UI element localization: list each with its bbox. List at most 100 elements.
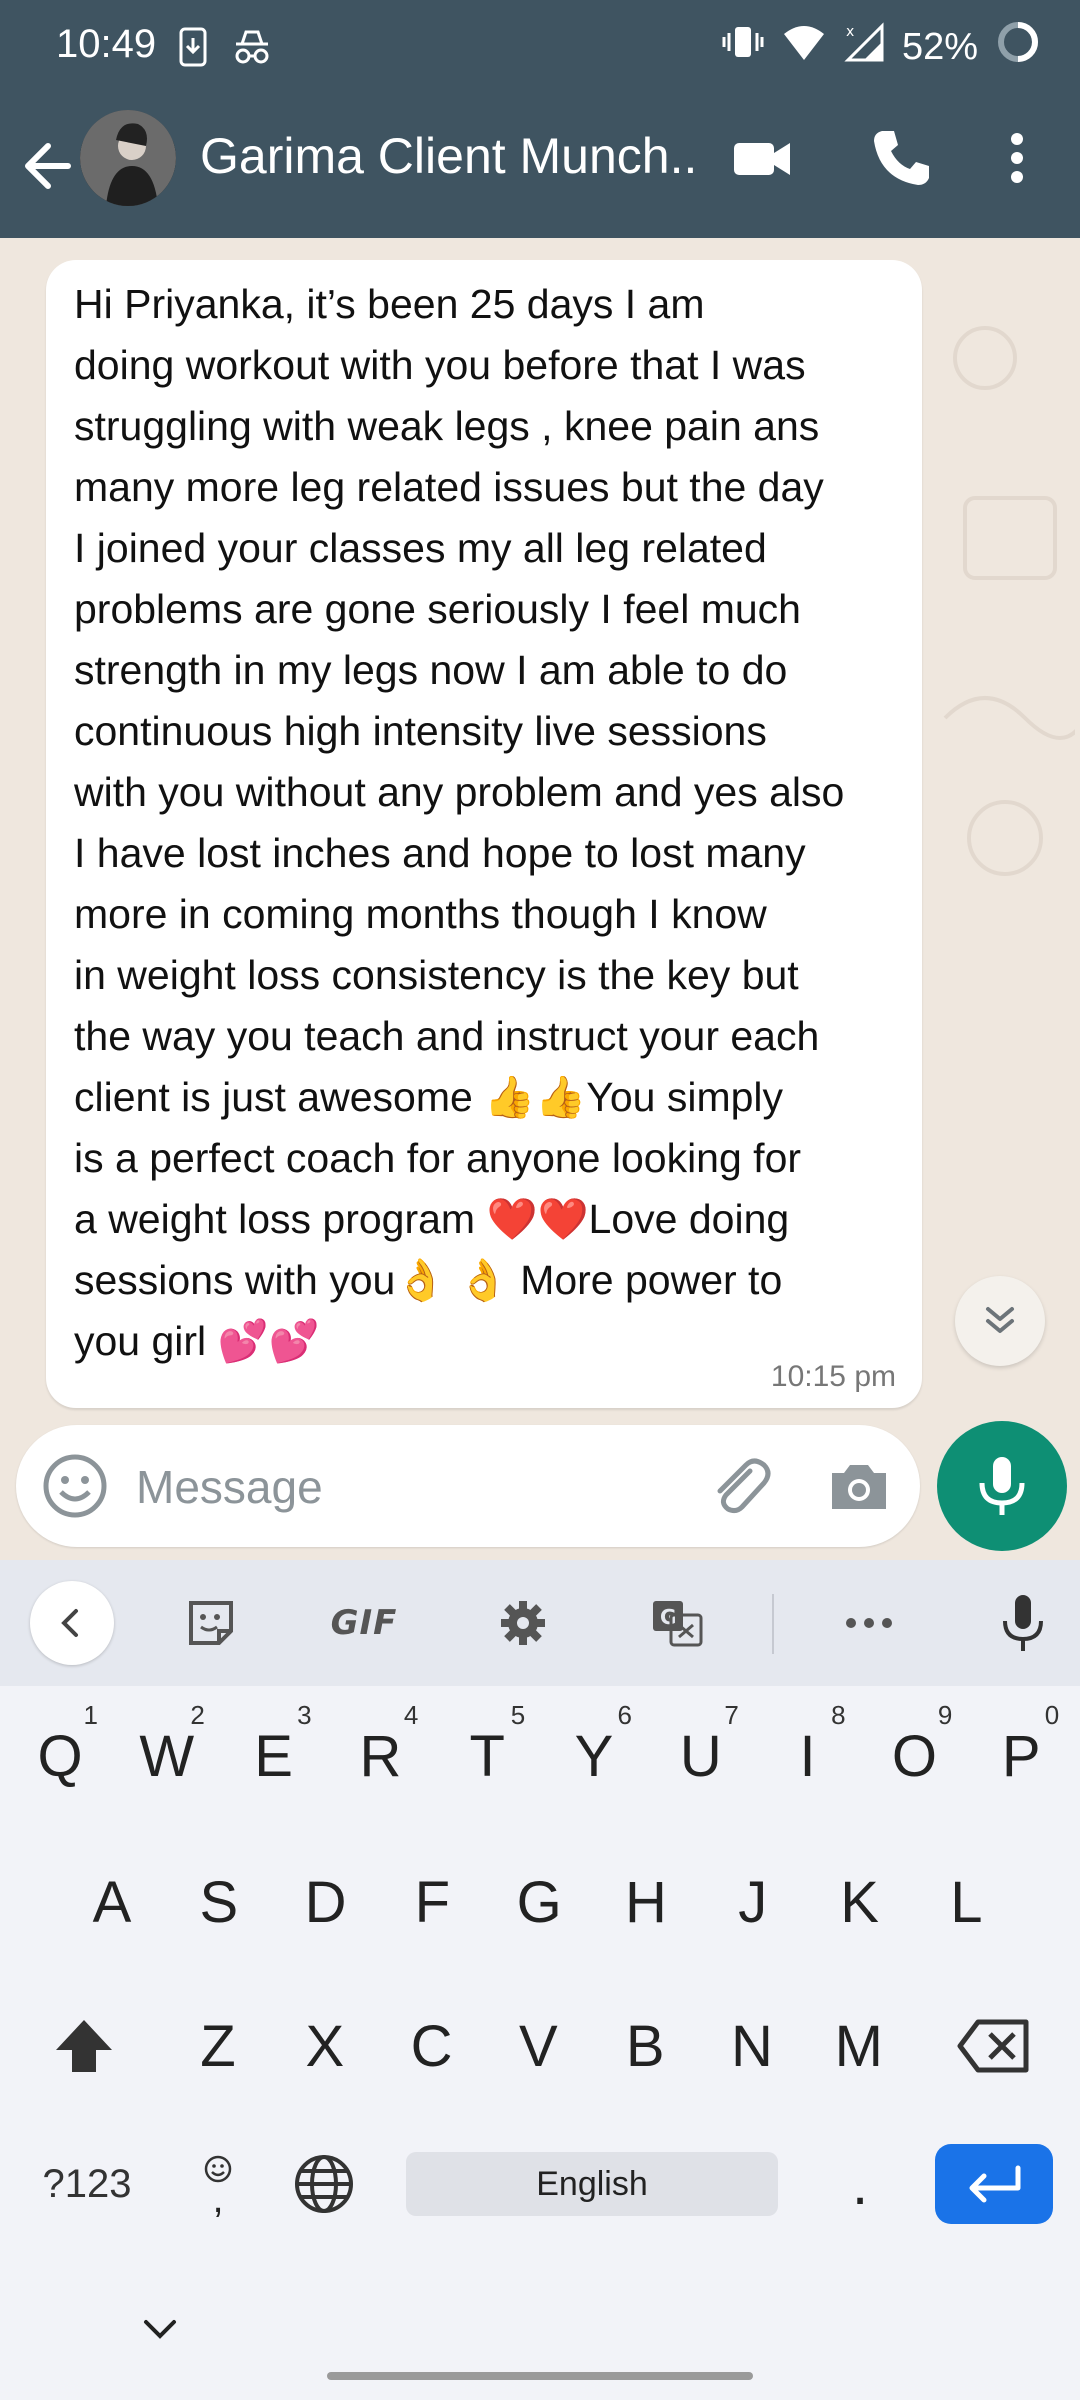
video-call-icon[interactable]: [728, 123, 798, 193]
key-w[interactable]: W2: [119, 1696, 215, 1816]
message-line: many more leg related issues but the day: [74, 464, 824, 510]
key-h[interactable]: H: [598, 1842, 694, 1962]
message-line: continuous high intensity live sessions: [74, 708, 767, 754]
message-line: with you without any problem and yes als…: [74, 769, 845, 815]
key-l[interactable]: L: [918, 1842, 1014, 1962]
key-m[interactable]: M: [811, 1986, 907, 2106]
chat-area[interactable]: Hi Priyanka, it’s been 25 days I am doing…: [0, 238, 1080, 1560]
key-hint: 7: [724, 1700, 739, 1730]
key-label: A: [92, 1869, 132, 1935]
key-hint: 5: [510, 1700, 526, 1730]
message-line: in weight loss consistency is the key bu…: [74, 952, 799, 998]
key-label: Q: [37, 1723, 83, 1789]
incognito-icon: [230, 26, 274, 73]
double-chevron-down-icon: [986, 1307, 1014, 1333]
message-input[interactable]: Message: [136, 1460, 323, 1514]
shift-arrow-icon: [56, 2020, 112, 2072]
symbols-key[interactable]: ?123: [34, 2124, 140, 2244]
chevron-left-icon: [61, 1609, 78, 1637]
avatar[interactable]: [80, 110, 176, 206]
message-line: I have lost inches and hope to lost many: [74, 830, 806, 876]
message-line: sessions with you👌 👌 More power to: [74, 1257, 783, 1303]
message-line: a weight loss program ❤️❤️Love doing: [74, 1196, 790, 1242]
wallpaper-doodle: [943, 326, 1075, 876]
key-e[interactable]: E3: [226, 1696, 322, 1816]
key-d[interactable]: D: [278, 1842, 374, 1962]
emoji-icon[interactable]: [40, 1451, 110, 1521]
battery-icon: [996, 20, 1040, 74]
shift-key[interactable]: [36, 1986, 132, 2106]
message-bubble[interactable]: Hi Priyanka, it’s been 25 days I am doing…: [46, 260, 922, 1408]
key-label: N: [731, 2013, 773, 2079]
key-j[interactable]: J: [705, 1842, 801, 1962]
status-time: 10:49: [56, 22, 157, 66]
attach-icon[interactable]: [704, 1451, 774, 1521]
download-notification-icon: [178, 26, 208, 73]
message-line: strength in my legs now I am able to do: [74, 647, 788, 693]
message-composer[interactable]: Message: [16, 1425, 920, 1547]
key-label: T: [469, 1723, 505, 1789]
key-y[interactable]: Y6: [546, 1696, 642, 1816]
enter-key[interactable]: [935, 2144, 1053, 2224]
key-label: L: [950, 1869, 983, 1935]
key-u[interactable]: U7: [653, 1696, 749, 1816]
backspace-icon: [957, 2019, 1029, 2073]
svg-text:G: G: [660, 1605, 676, 1629]
camera-icon[interactable]: [824, 1451, 894, 1521]
key-f[interactable]: F: [384, 1842, 480, 1962]
keyboard-collapse-button[interactable]: [30, 1581, 114, 1665]
key-hint: 8: [831, 1700, 846, 1730]
key-b[interactable]: B: [597, 1986, 693, 2106]
sticker-icon[interactable]: [178, 1590, 244, 1656]
gesture-nav-handle[interactable]: [327, 2372, 753, 2380]
cell-signal-icon: x: [844, 22, 884, 72]
key-z[interactable]: Z: [170, 1986, 266, 2106]
message-text: Hi Priyanka, it’s been 25 days I am doing…: [74, 274, 904, 1372]
key-s[interactable]: S: [171, 1842, 267, 1962]
language-globe-key[interactable]: [276, 2124, 372, 2244]
key-q[interactable]: Q1: [12, 1696, 108, 1816]
key-p[interactable]: P0: [973, 1696, 1069, 1816]
key-label: E: [254, 1723, 293, 1789]
scroll-to-bottom-button[interactable]: [955, 1276, 1045, 1366]
enter-arrow-icon: [969, 2165, 1021, 2203]
key-k[interactable]: K: [812, 1842, 908, 1962]
settings-gear-icon[interactable]: [490, 1590, 556, 1656]
voice-call-icon[interactable]: [866, 123, 936, 193]
mic-icon: [979, 1457, 1025, 1515]
hide-keyboard-chevron-icon[interactable]: [136, 2310, 184, 2355]
key-label: D: [304, 1869, 347, 1935]
key-c[interactable]: C: [384, 1986, 480, 2106]
period-key[interactable]: .: [812, 2124, 908, 2244]
backspace-key[interactable]: [944, 1986, 1044, 2106]
key-a[interactable]: A: [64, 1842, 160, 1962]
emoji-comma-key[interactable]: ,: [170, 2124, 266, 2244]
key-v[interactable]: V: [490, 1986, 586, 2106]
key-o[interactable]: O9: [866, 1696, 962, 1816]
voice-message-button[interactable]: [937, 1421, 1067, 1551]
key-n[interactable]: N: [704, 1986, 800, 2106]
back-arrow-icon[interactable]: [18, 133, 78, 199]
keyboard-toolbar: GIF G: [0, 1560, 1080, 1686]
key-label: X: [305, 2013, 345, 2079]
more-horiz-icon[interactable]: [836, 1590, 902, 1656]
key-r[interactable]: R4: [332, 1696, 428, 1816]
battery-percent: 52%: [901, 25, 978, 68]
key-g[interactable]: G: [491, 1842, 587, 1962]
message-line: I joined your classes my all leg related: [74, 525, 767, 571]
contact-name[interactable]: Garima Client Munch...: [200, 127, 700, 185]
translate-icon[interactable]: G: [644, 1590, 710, 1656]
key-i[interactable]: I8: [760, 1696, 856, 1816]
key-x[interactable]: X: [277, 1986, 373, 2106]
key-label: Y: [574, 1723, 614, 1789]
voice-typing-mic-icon[interactable]: [990, 1590, 1056, 1656]
key-label: R: [359, 1723, 402, 1789]
more-vert-icon[interactable]: [982, 123, 1052, 193]
key-label: I: [799, 1723, 816, 1789]
gif-button[interactable]: GIF: [322, 1590, 406, 1656]
key-hint: 0: [1044, 1700, 1060, 1730]
key-t[interactable]: T5: [439, 1696, 535, 1816]
status-bar: 10:49 x 52%: [0, 0, 1080, 95]
svg-text:x: x: [846, 24, 854, 40]
space-bar[interactable]: English: [406, 2152, 778, 2216]
